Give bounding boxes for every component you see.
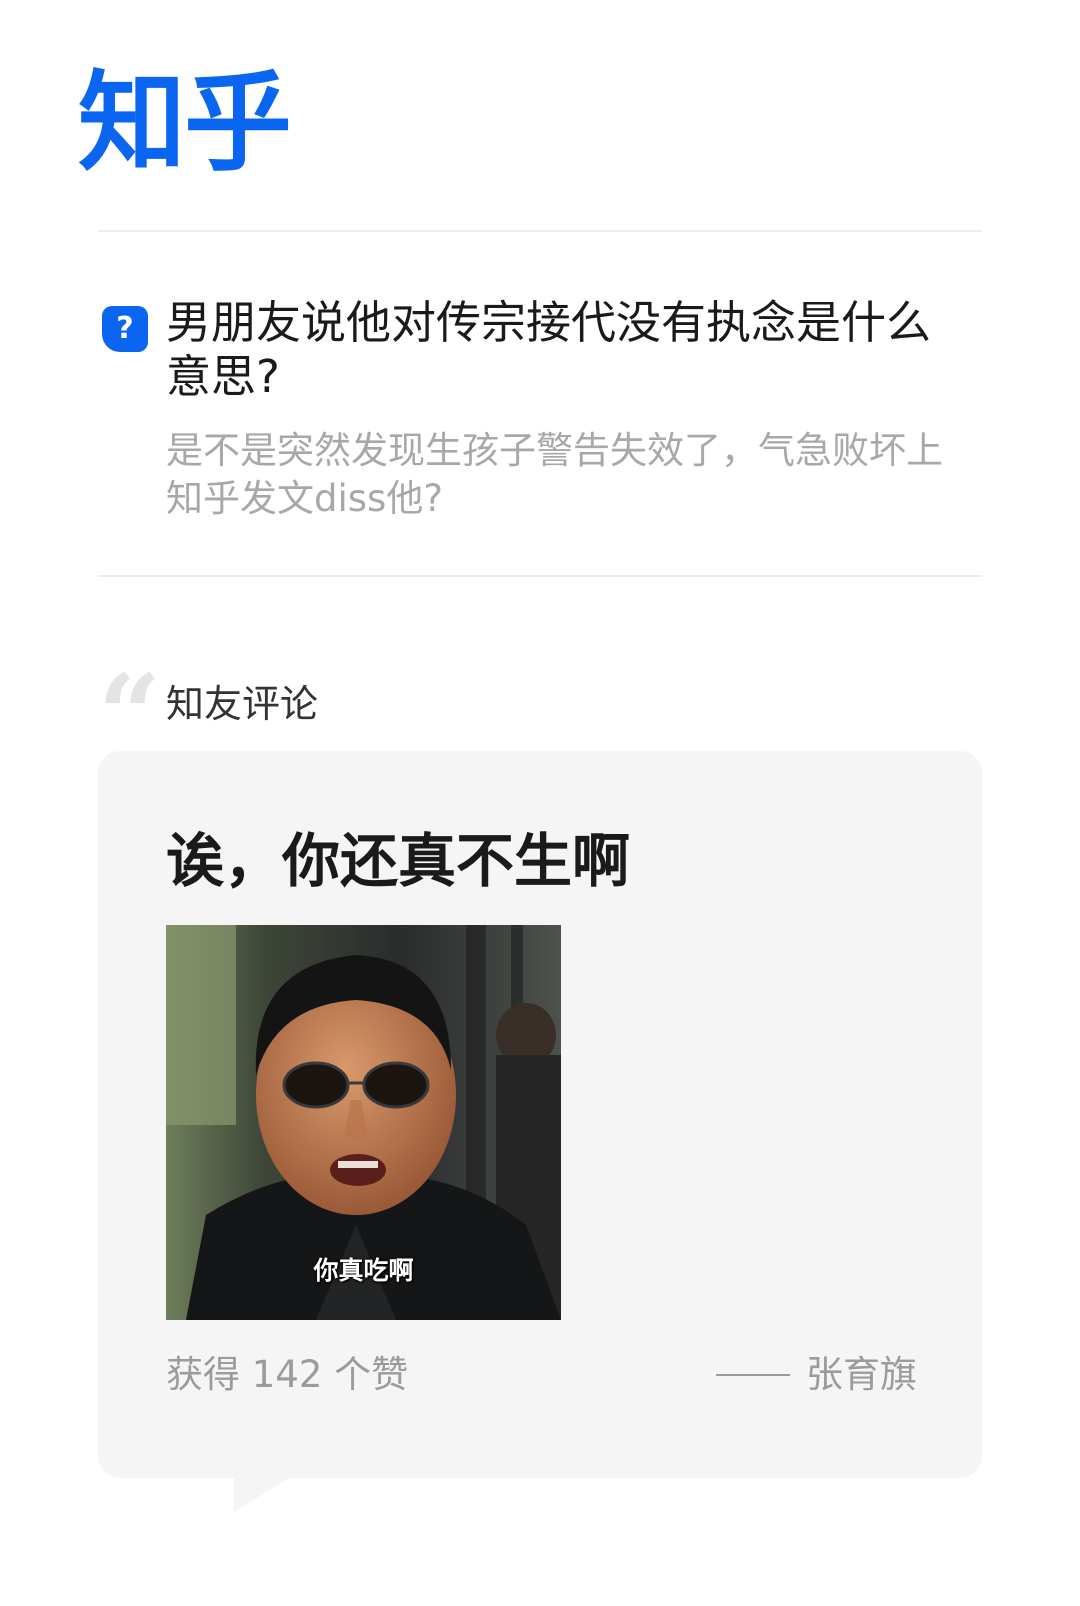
quote-icon: “ (98, 650, 162, 779)
author-name[interactable]: 张育旗 (806, 1352, 917, 1398)
zhihu-logo: 知乎 (78, 61, 292, 186)
question-title[interactable]: 男朋友说他对传宗接代没有执念是什么意思? (166, 296, 966, 404)
question-icon: ? (102, 306, 148, 352)
card-tail (234, 1476, 292, 1512)
question-description: 是不是突然发现生孩子警告失效了，气急败坏上知乎发文diss他? (166, 429, 943, 520)
section-label: 知友评论 (166, 682, 319, 726)
comment-text: 诶，你还真不生啊 (166, 827, 631, 895)
middle-divider (98, 575, 982, 577)
likes-count: 获得 142 个赞 (166, 1353, 409, 1396)
author-attribution[interactable]: 张育旗 (716, 1352, 917, 1398)
top-divider (98, 230, 982, 232)
meme-caption: 你真吃啊 (313, 1256, 414, 1285)
meme-image[interactable]: 你真吃啊 (166, 925, 561, 1320)
author-dash (716, 1374, 790, 1376)
